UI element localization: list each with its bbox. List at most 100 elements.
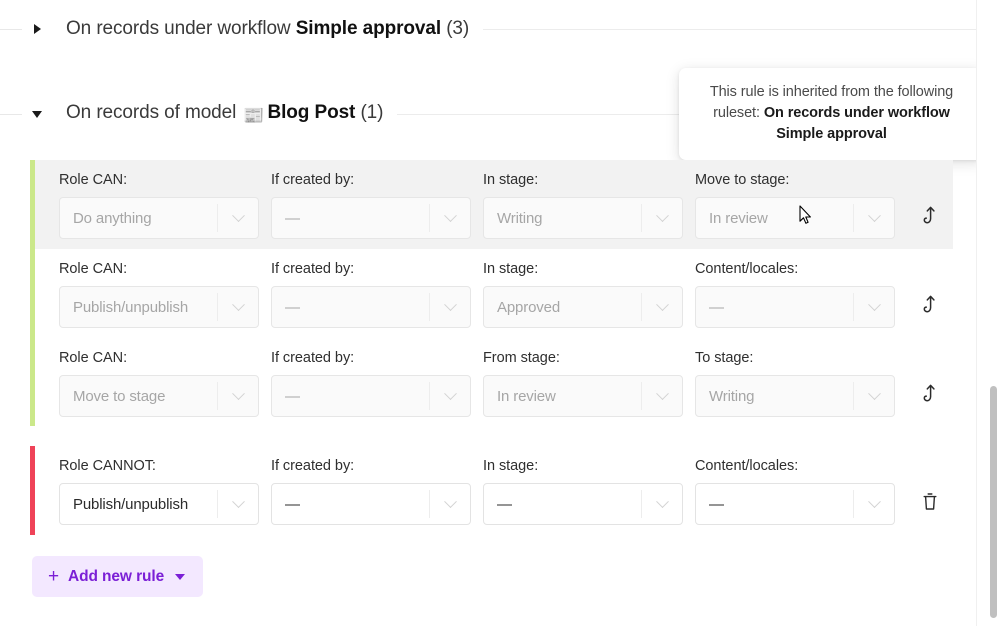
chevron-down-icon[interactable] [218,208,258,223]
select-value: — [285,387,300,405]
select-value: In review [709,209,768,227]
field-role-can: Role CAN: Publish/unpublish [59,261,259,328]
chevron-down-icon[interactable] [642,297,682,312]
chevron-down-icon[interactable] [642,208,682,223]
select-content-locales[interactable]: — [695,286,895,328]
select-value: — [285,495,300,513]
inherited-arrow-icon[interactable] [907,206,953,225]
select-value: Approved [497,298,561,316]
select-value: Do anything [73,209,152,227]
select-value: — [285,209,300,227]
field-label: From stage: [483,350,560,366]
chevron-down-icon[interactable] [430,297,470,312]
select-if-created-by[interactable]: — [271,483,471,525]
section-title-strong-2: Blog Post [267,102,356,123]
rule-row-move-to-stage[interactable]: Role CAN: Move to stage If created by: — [35,338,953,427]
select-if-created-by[interactable]: — [271,375,471,417]
section-title-strong: Simple approval [295,18,442,39]
select-content-locales[interactable]: — [695,483,895,525]
chevron-down-icon[interactable] [430,386,470,401]
field-label: To stage: [695,350,754,366]
chevron-down-icon[interactable] [430,494,470,509]
chevron-down-icon[interactable] [642,494,682,509]
expand-toggle-model[interactable] [22,110,52,118]
add-new-rule-label: Add new rule [68,567,165,585]
rules-editor-page: On records under workflow Simple approva… [0,0,1000,626]
field-if-created-by: If created by: — [271,458,471,525]
section-title-count-2: (1) [360,102,384,123]
field-role-can: Role CAN: Move to stage [59,350,259,417]
select-if-created-by[interactable]: — [271,197,471,239]
chevron-down-icon[interactable] [854,494,894,509]
field-label: Content/locales: [695,458,799,474]
plus-icon: + [48,565,59,587]
select-value: — [285,298,300,316]
field-label: If created by: [271,261,355,277]
field-to-stage: To stage: Writing [695,350,895,417]
section-title-lead: On records under workflow [66,18,291,39]
can-rules-group: Role CAN: Do anything If created by: — I… [30,160,953,427]
select-to-stage[interactable]: Writing [695,375,895,417]
field-in-stage: In stage: Approved [483,261,683,328]
chevron-down-icon[interactable] [854,208,894,223]
inherited-arrow-icon[interactable] [907,384,953,403]
select-value: Publish/unpublish [73,298,189,316]
section-header-workflow[interactable]: On records under workflow Simple approva… [0,16,976,42]
select-role-can[interactable]: Publish/unpublish [59,286,259,328]
section-title-workflow: On records under workflow Simple approva… [52,18,483,40]
select-move-to-stage[interactable]: In review [695,197,895,239]
chevron-down-icon[interactable] [218,494,258,509]
chevron-down-icon [175,573,186,580]
chevron-down-icon[interactable] [854,297,894,312]
select-in-stage[interactable]: Approved [483,286,683,328]
select-value: In review [497,387,556,405]
select-role-can[interactable]: Do anything [59,197,259,239]
select-value: — [709,495,724,513]
field-label: In stage: [483,458,539,474]
cannot-rule-rows: Role CANNOT: Publish/unpublish If create… [35,446,953,535]
field-content-locales: Content/locales: — [695,458,895,525]
header-divider-left-2 [0,113,22,115]
caret-down-icon [32,110,42,118]
select-value: — [709,298,724,316]
field-label: Move to stage: [695,172,790,188]
rule-row-do-anything[interactable]: Role CAN: Do anything If created by: — I… [35,160,953,249]
select-value: Publish/unpublish [73,495,189,513]
inherited-rule-tooltip: This rule is inherited from the followin… [679,68,984,161]
chevron-down-icon[interactable] [642,386,682,401]
select-role-can[interactable]: Move to stage [59,375,259,417]
vertical-scrollbar-track[interactable] [986,0,1000,626]
header-divider-left [0,28,22,30]
select-role-cannot[interactable]: Publish/unpublish [59,483,259,525]
field-in-stage: In stage: — [483,458,683,525]
field-label: Content/locales: [695,261,799,277]
chevron-down-icon[interactable] [218,386,258,401]
select-if-created-by[interactable]: — [271,286,471,328]
field-content-locales: Content/locales: — [695,261,895,328]
field-label: Role CANNOT: [59,458,156,474]
rule-row-cannot-publish[interactable]: Role CANNOT: Publish/unpublish If create… [35,446,953,535]
field-if-created-by: If created by: — [271,350,471,417]
field-label: In stage: [483,172,539,188]
select-in-stage[interactable]: Writing [483,197,683,239]
section-title-model: On records of model 📰 Blog Post (1) [52,102,397,126]
field-label: If created by: [271,350,355,366]
select-in-stage[interactable]: — [483,483,683,525]
chevron-down-icon[interactable] [430,208,470,223]
field-label: Role CAN: [59,261,128,277]
chevron-down-icon[interactable] [854,386,894,401]
trash-icon[interactable] [907,492,953,511]
blog-post-model-icon: 📰 [243,106,265,125]
inherited-arrow-icon[interactable] [907,295,953,314]
chevron-down-icon[interactable] [218,297,258,312]
header-divider-right [483,28,976,30]
select-from-stage[interactable]: In review [483,375,683,417]
field-label: In stage: [483,261,539,277]
expand-toggle-workflow[interactable] [22,24,52,34]
add-new-rule-button[interactable]: + Add new rule [32,556,204,597]
field-role-can: Role CAN: Do anything [59,172,259,239]
vertical-scrollbar-thumb[interactable] [990,386,997,618]
select-value: Writing [497,209,543,227]
select-value: Writing [709,387,755,405]
rule-row-publish-approved[interactable]: Role CAN: Publish/unpublish If created b… [35,249,953,338]
